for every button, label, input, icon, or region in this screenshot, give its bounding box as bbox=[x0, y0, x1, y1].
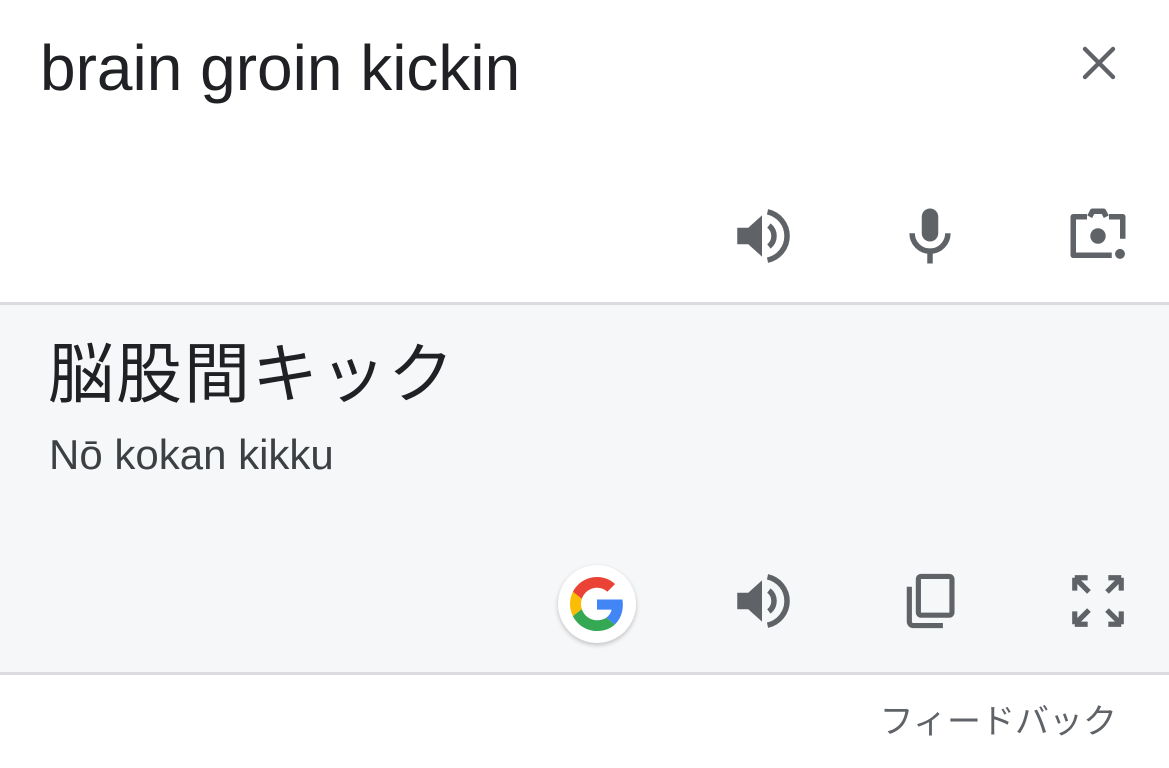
microphone-icon bbox=[909, 208, 951, 264]
camera-translate-button[interactable] bbox=[1060, 198, 1136, 274]
google-search-button[interactable] bbox=[558, 565, 636, 643]
romanization-text: Nō kokan kikku bbox=[49, 431, 334, 478]
speaker-icon bbox=[737, 574, 790, 628]
copy-icon bbox=[906, 573, 955, 629]
translated-text: 脳股間キック bbox=[48, 336, 456, 413]
result-panel: 脳股間キック Nō kokan kikku bbox=[0, 305, 1169, 672]
google-g-logo bbox=[570, 577, 623, 631]
fullscreen-icon bbox=[1072, 575, 1124, 627]
source-listen-button[interactable] bbox=[724, 198, 800, 274]
fullscreen-button[interactable] bbox=[1060, 563, 1136, 639]
camera-lens-icon bbox=[1070, 208, 1126, 259]
copy-translation-button[interactable] bbox=[892, 563, 968, 639]
speaker-icon bbox=[737, 209, 790, 263]
voice-input-button[interactable] bbox=[892, 198, 968, 274]
source-panel: brain groin kickin bbox=[0, 0, 1169, 304]
divider bbox=[0, 672, 1169, 675]
translate-widget: brain groin kickin 脳股間キック Nō kokan kikku… bbox=[0, 0, 1169, 768]
feedback-link[interactable]: フィードバック bbox=[880, 700, 1117, 744]
close-icon bbox=[1082, 46, 1116, 80]
source-text-input[interactable]: brain groin kickin bbox=[40, 28, 520, 108]
result-listen-button[interactable] bbox=[724, 563, 800, 639]
clear-button[interactable] bbox=[1068, 32, 1130, 94]
